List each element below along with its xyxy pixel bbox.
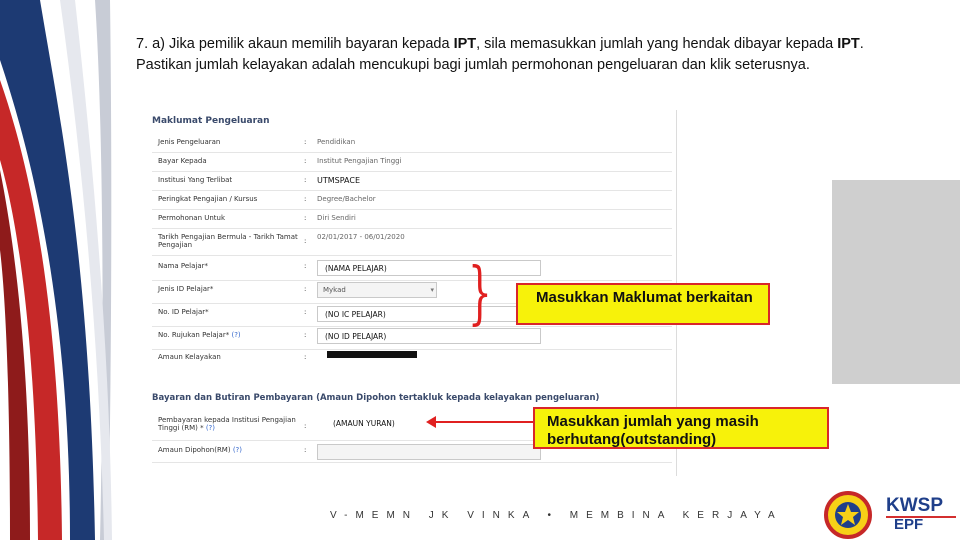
section-title-bayaran: Bayaran dan Butiran Pembayaran (Amaun Di… bbox=[152, 393, 600, 403]
colon: : bbox=[304, 308, 307, 316]
colon: : bbox=[304, 422, 307, 430]
row-value: Institut Pengajian Tinggi bbox=[317, 157, 402, 165]
colon: : bbox=[304, 331, 307, 339]
amaun-dipohon-input[interactable] bbox=[317, 444, 541, 460]
help-icon[interactable]: (?) bbox=[231, 331, 240, 339]
red-arrow-line bbox=[434, 421, 534, 423]
row-label: Bayar Kepada bbox=[158, 157, 207, 165]
row-value: 02/01/2017 - 06/01/2020 bbox=[317, 233, 405, 241]
jenis-id-value: Mykad bbox=[323, 286, 346, 294]
callout-maklumat: Masukkan Maklumat berkaitan bbox=[516, 283, 770, 325]
callout-jumlah: Masukkan jumlah yang masih berhutang(out… bbox=[533, 407, 829, 449]
row-value: Pendidikan bbox=[317, 138, 356, 146]
footer-tagline: V-MEMN JK VINKA • MEMBINA KERJAYA bbox=[330, 510, 783, 521]
jenis-id-select[interactable]: Mykad ▾ bbox=[317, 282, 437, 298]
decorative-gray-block bbox=[832, 180, 960, 384]
row-peringkat: Peringkat Pengajian / Kursus: Degree/Bac… bbox=[152, 191, 672, 210]
row-tarikh-pengajian: Tarikh Pengajian Bermula - Tarikh Tamat … bbox=[152, 229, 672, 256]
pembayaran-ipt-placeholder: (AMAUN YURAN) bbox=[333, 419, 395, 428]
row-value: Diri Sendiri bbox=[317, 214, 356, 222]
row-label: Institusi Yang Terlibat bbox=[158, 176, 233, 184]
epf-seal-logo bbox=[824, 491, 872, 539]
instruction-text: 7. a) Jika pemilik akaun memilih bayaran… bbox=[136, 36, 864, 73]
row-institusi: Institusi Yang Terlibat: UTMSPACE bbox=[152, 172, 672, 191]
red-arrow-head bbox=[426, 416, 436, 428]
no-id-pelajar-placeholder: (NO IC PELAJAR) bbox=[325, 310, 386, 319]
help-icon[interactable]: (?) bbox=[206, 424, 215, 432]
chevron-down-icon: ▾ bbox=[430, 286, 434, 294]
logo-epf: EPF bbox=[894, 516, 924, 533]
nama-pelajar-placeholder: (NAMA PELAJAR) bbox=[325, 264, 387, 273]
colon: : bbox=[304, 176, 307, 184]
colon: : bbox=[304, 285, 307, 293]
colon: : bbox=[304, 353, 307, 361]
logo-kwsp: KWSP bbox=[886, 495, 943, 516]
row-label: No. ID Pelajar* bbox=[158, 308, 209, 316]
row-value: UTMSPACE bbox=[317, 176, 361, 185]
colon: : bbox=[304, 138, 307, 146]
row-label: Jenis ID Pelajar* bbox=[158, 285, 214, 293]
colon: : bbox=[304, 237, 307, 245]
section-title-maklumat: Maklumat Pengeluaran bbox=[152, 116, 270, 126]
amaun-kelayakan-redacted bbox=[327, 351, 417, 358]
red-brace: } bbox=[468, 254, 492, 333]
row-label: Peringkat Pengajian / Kursus bbox=[158, 195, 258, 203]
colon: : bbox=[304, 157, 307, 165]
row-label: Nama Pelajar* bbox=[158, 262, 208, 270]
no-rujukan-placeholder: (NO ID PELAJAR) bbox=[325, 332, 387, 341]
form-screenshot: Maklumat Pengeluaran Jenis Pengeluaran: … bbox=[128, 110, 832, 476]
row-label: No. Rujukan Pelajar* (?) bbox=[158, 331, 303, 339]
row-label: Amaun Kelayakan bbox=[158, 353, 221, 361]
row-label: Tarikh Pengajian Bermula - Tarikh Tamat … bbox=[158, 233, 298, 249]
row-jenis-pengeluaran: Jenis Pengeluaran: Pendidikan bbox=[152, 134, 672, 153]
colon: : bbox=[304, 195, 307, 203]
row-label-text: No. Rujukan Pelajar* bbox=[158, 331, 230, 339]
colon: : bbox=[304, 262, 307, 270]
row-label-text: Pembayaran kepada Institusi Pengajian Ti… bbox=[158, 416, 296, 432]
row-bayar-kepada: Bayar Kepada: Institut Pengajian Tinggi bbox=[152, 153, 672, 172]
row-label: Pembayaran kepada Institusi Pengajian Ti… bbox=[158, 416, 300, 432]
row-label-text: Amaun Dipohon(RM) bbox=[158, 446, 231, 454]
row-label: Permohonan Untuk bbox=[158, 214, 226, 222]
decorative-ribbons bbox=[0, 0, 112, 540]
row-permohonan-untuk: Permohonan Untuk: Diri Sendiri bbox=[152, 210, 672, 229]
colon: : bbox=[304, 214, 307, 222]
row-label: Amaun Dipohon(RM) (?) bbox=[158, 446, 303, 454]
row-label: Jenis Pengeluaran bbox=[158, 138, 221, 146]
help-icon[interactable]: (?) bbox=[233, 446, 242, 454]
row-value: Degree/Bachelor bbox=[317, 195, 376, 203]
colon: : bbox=[304, 446, 307, 454]
